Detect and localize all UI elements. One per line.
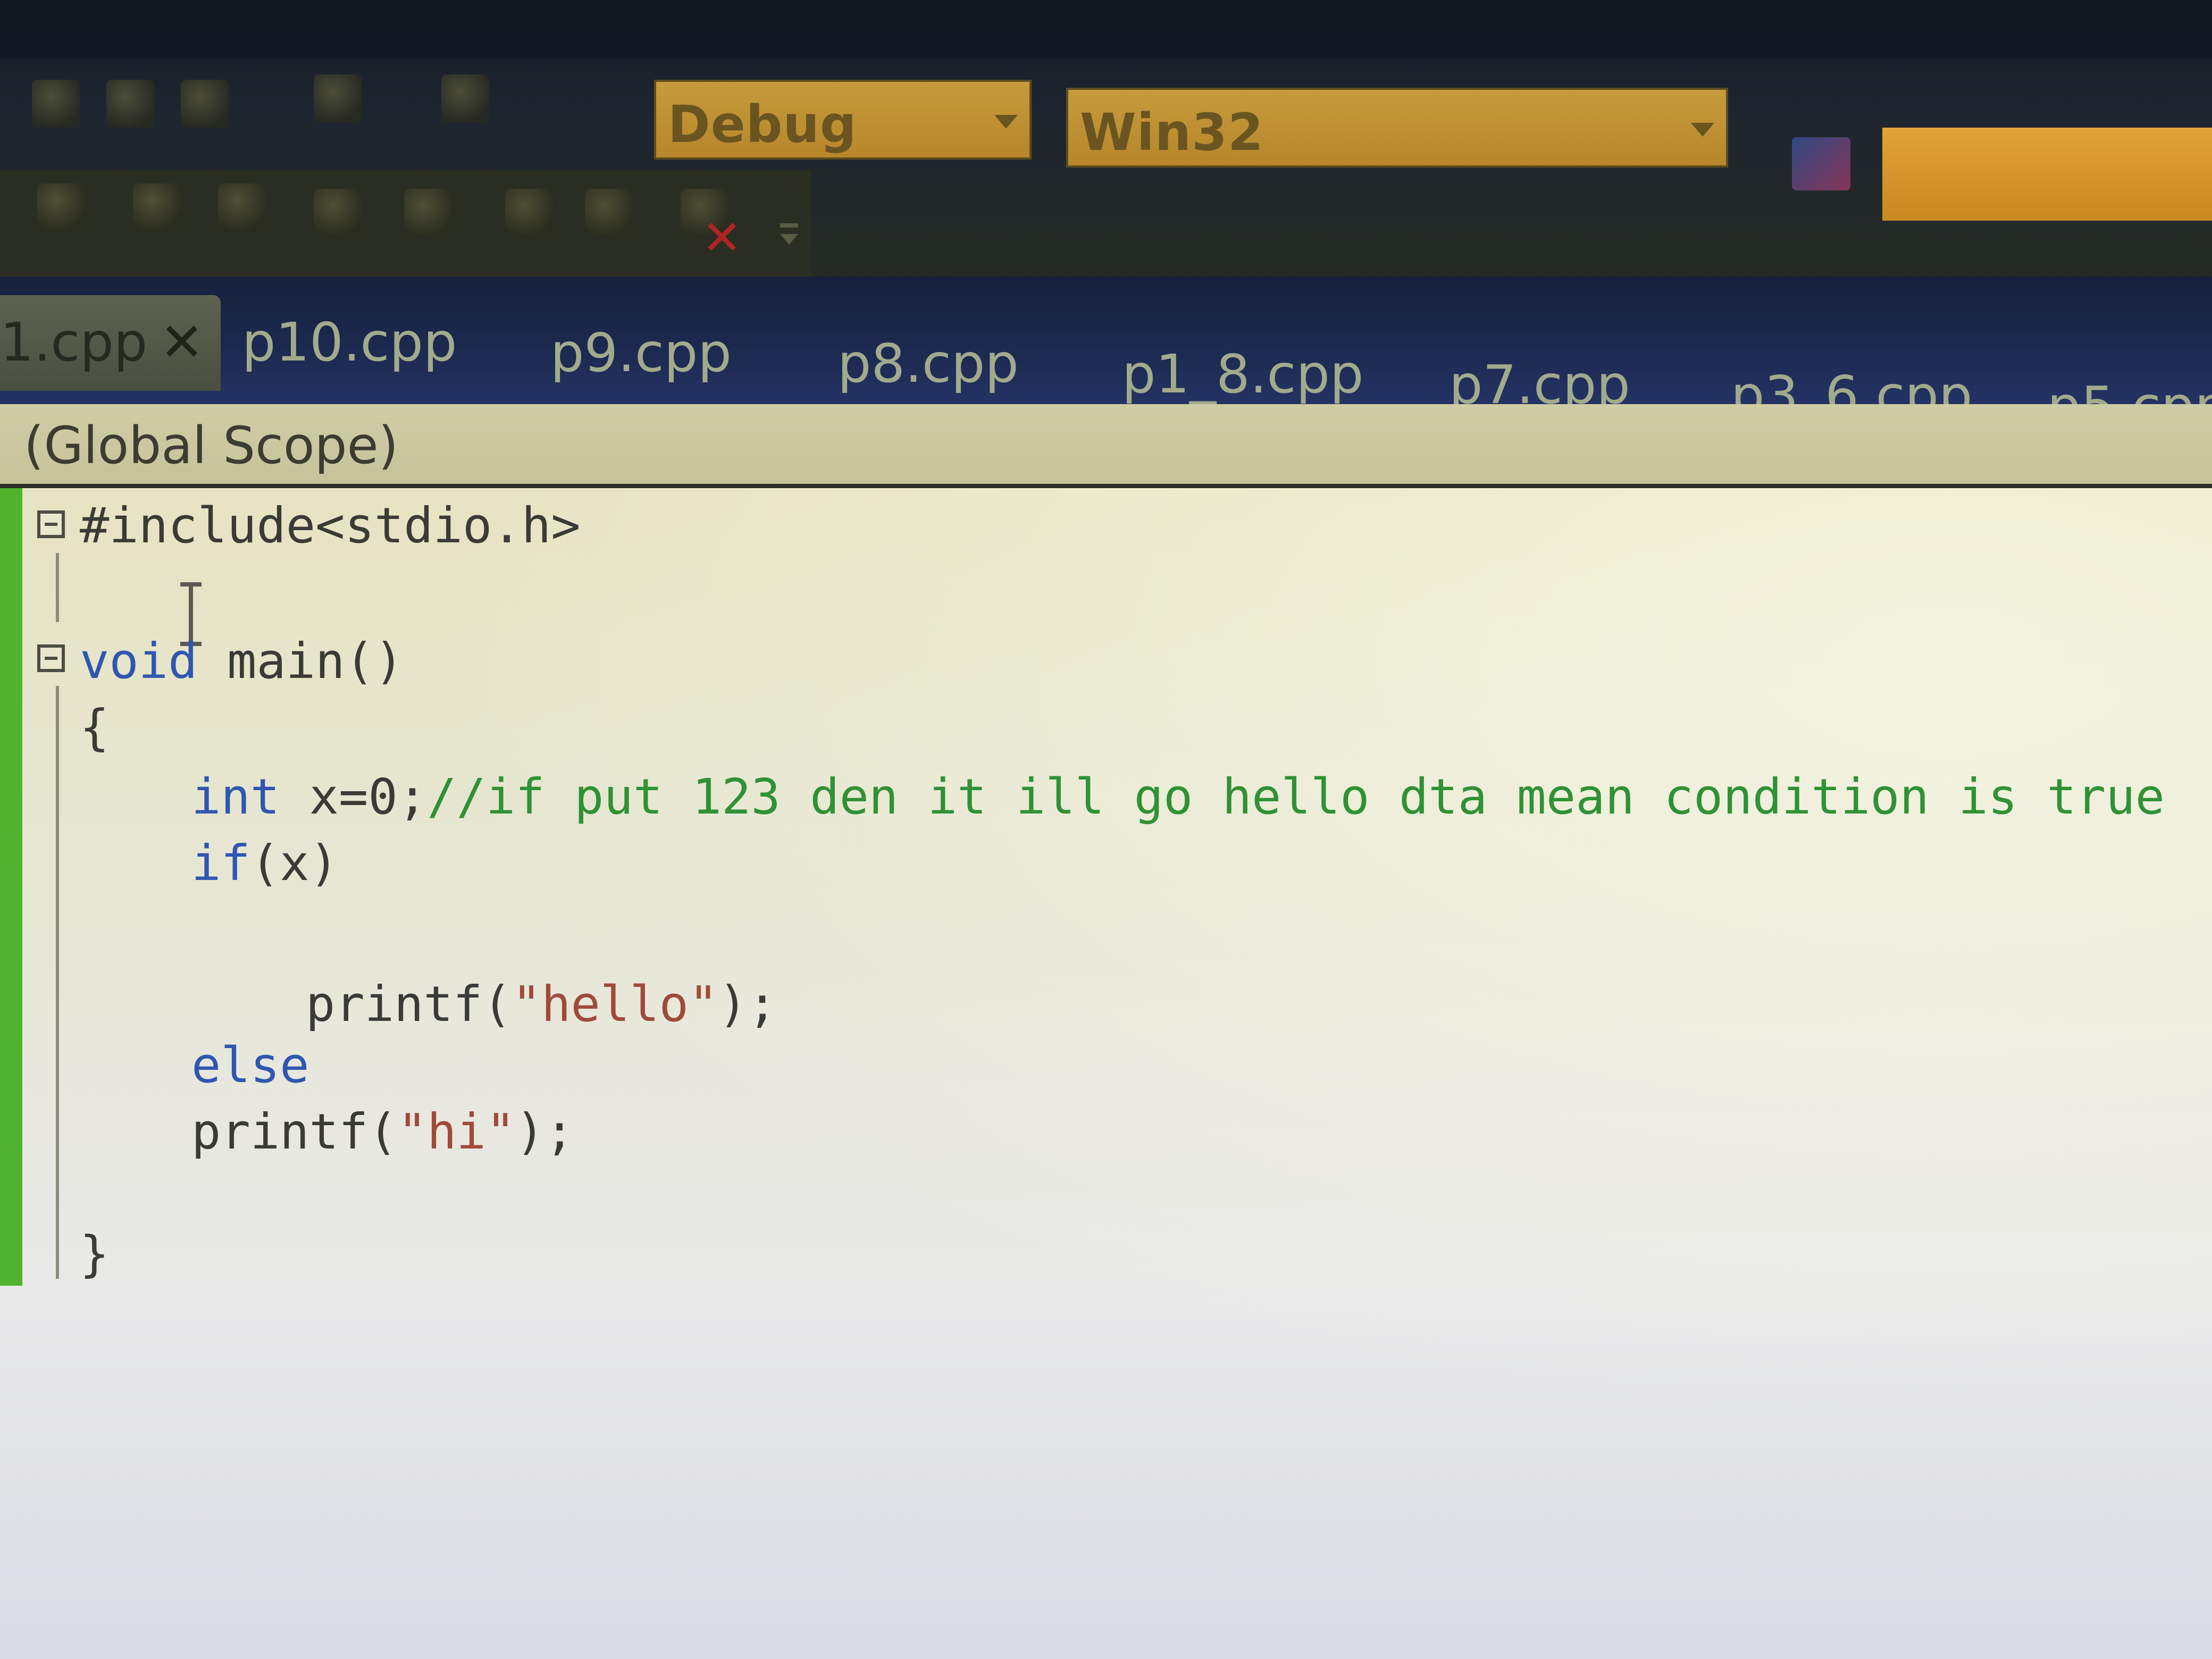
chevron-down-icon — [1691, 123, 1714, 137]
delete-icon: ✕ — [702, 210, 742, 266]
code-line-if[interactable]: if(x) — [191, 835, 339, 892]
toolbar-icon[interactable] — [314, 74, 362, 122]
tab-p1-8-cpp[interactable]: p1_8.cpp — [1122, 343, 1363, 405]
find-box[interactable] — [1882, 128, 2212, 221]
tab-p10-cpp[interactable]: p10.cpp — [242, 311, 457, 373]
code-line-brace-close[interactable]: } — [80, 1226, 109, 1283]
toolbar-icon[interactable] — [181, 80, 229, 128]
platform-dropdown[interactable]: Win32 — [1066, 88, 1728, 167]
toolbar-icon[interactable] — [441, 74, 489, 122]
toolbar-icon[interactable] — [218, 183, 266, 231]
code-line-include[interactable]: #include<stdio.h> — [80, 497, 581, 554]
toolbar-icon[interactable] — [314, 189, 362, 237]
tab-p8-cpp[interactable]: p8.cpp — [837, 332, 1019, 395]
change-tracking-bar — [0, 488, 22, 1286]
code-line-printf-hi[interactable]: printf("hi"); — [191, 1103, 574, 1160]
find-icon[interactable] — [1792, 137, 1850, 190]
outdent-icon[interactable] — [585, 189, 633, 237]
tab-label: 1.cpp — [0, 311, 148, 373]
tab-p9-cpp[interactable]: p9.cpp — [550, 322, 732, 384]
code-line-main-decl[interactable]: void main() — [80, 633, 404, 690]
code-line-else[interactable]: else — [191, 1037, 309, 1094]
menu-bar — [0, 0, 2212, 58]
toolbar-overflow-icon[interactable] — [774, 202, 806, 261]
chevron-down-icon — [994, 115, 1018, 129]
code-line-brace-open[interactable]: { — [80, 699, 109, 756]
configuration-dropdown[interactable]: Debug — [654, 80, 1032, 160]
code-line-printf-hello[interactable]: printf("hello"); — [306, 976, 777, 1033]
tab-1-cpp[interactable]: 1.cpp ✕ — [0, 295, 221, 391]
toolbar-icon[interactable] — [404, 189, 452, 237]
platform-value: Win32 — [1080, 103, 1264, 162]
toolbar-icon[interactable] — [32, 80, 80, 128]
toolbar-icon[interactable] — [37, 183, 85, 231]
toolbar-icon[interactable] — [133, 183, 181, 231]
outline-line — [56, 686, 59, 1279]
scope-label: (Global Scope) — [24, 416, 399, 475]
collapse-icon[interactable] — [37, 644, 65, 672]
collapse-icon[interactable] — [37, 510, 65, 538]
code-line-decl[interactable]: int x=0;//if put 123 den it ill go hello… — [191, 768, 2165, 825]
outline-line — [56, 553, 59, 622]
indent-icon[interactable] — [505, 189, 553, 237]
close-icon[interactable]: ✕ — [160, 311, 204, 373]
scope-dropdown[interactable]: (Global Scope) — [0, 404, 2212, 488]
toolbar-icon[interactable] — [106, 80, 154, 128]
ide-window: Debug Win32 ✕ 1.cpp ✕ p10.cpp p9.cpp p8.… — [0, 0, 2212, 1659]
configuration-value: Debug — [668, 95, 857, 154]
